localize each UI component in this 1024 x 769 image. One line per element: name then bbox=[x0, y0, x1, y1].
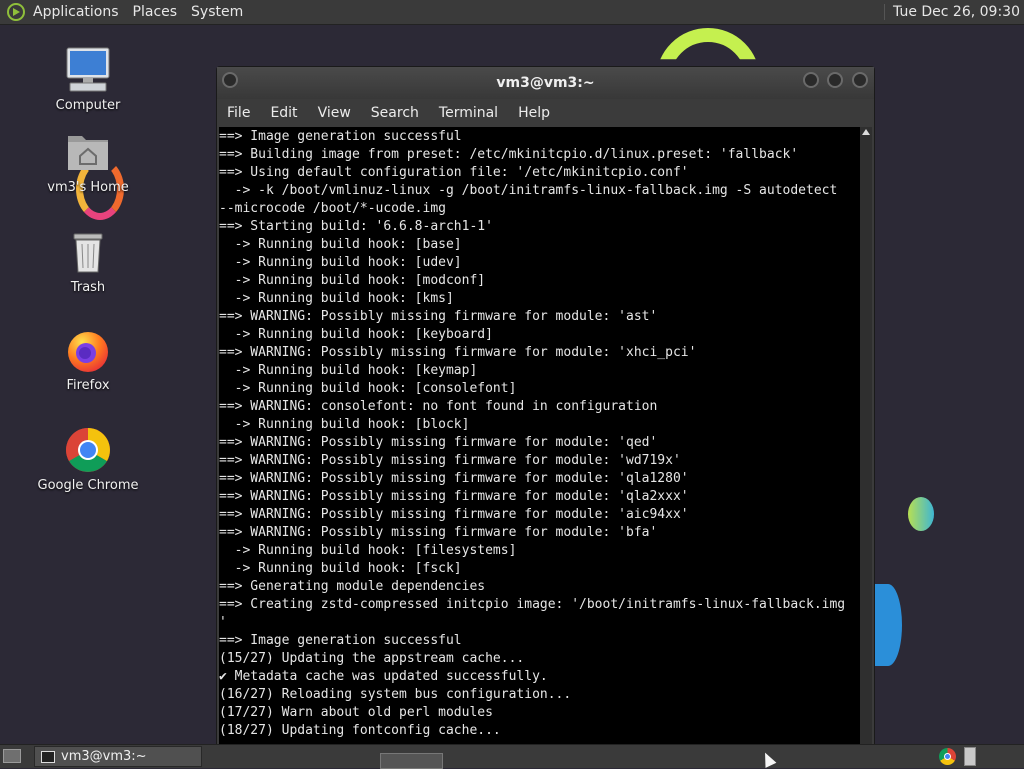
desktop-icon-chrome[interactable]: Google Chrome bbox=[28, 426, 148, 493]
menu-edit[interactable]: Edit bbox=[260, 105, 307, 121]
terminal-line: ==> WARNING: Possibly missing firmware f… bbox=[219, 435, 658, 450]
terminal-line: ==> Image generation successful bbox=[219, 129, 462, 144]
terminal-line: ==> Building image from preset: /etc/mki… bbox=[219, 147, 799, 162]
terminal-line: -> -k /boot/vmlinuz-linux -g /boot/initr… bbox=[219, 183, 838, 198]
chrome-tray-icon[interactable] bbox=[939, 748, 956, 765]
workspace-switcher[interactable] bbox=[380, 753, 443, 769]
terminal-line: (17/27) Warn about old perl modules bbox=[219, 705, 493, 720]
terminal-line: ' bbox=[219, 615, 227, 630]
wallpaper-decoration bbox=[874, 584, 902, 666]
window-titlebar[interactable]: vm3@vm3:~ bbox=[217, 67, 874, 99]
terminal-line: -> Running build hook: [keymap] bbox=[219, 363, 478, 378]
menu-help[interactable]: Help bbox=[508, 105, 560, 121]
terminal-line: ==> WARNING: Possibly missing firmware f… bbox=[219, 525, 658, 540]
terminal-line: ==> WARNING: Possibly missing firmware f… bbox=[219, 489, 689, 504]
menu-search[interactable]: Search bbox=[361, 105, 429, 121]
maximize-button[interactable] bbox=[827, 72, 843, 88]
terminal-line: (15/27) Updating the appstream cache... bbox=[219, 651, 525, 666]
desktop-icon-label: Firefox bbox=[66, 378, 110, 393]
applications-menu[interactable]: Applications bbox=[33, 4, 119, 20]
terminal-line: --microcode /boot/*-ucode.img bbox=[219, 201, 446, 216]
terminal-line: -> Running build hook: [base] bbox=[219, 237, 462, 252]
desktop-icon-computer[interactable]: Computer bbox=[28, 46, 148, 113]
home-folder-icon bbox=[64, 128, 112, 176]
close-button[interactable] bbox=[852, 72, 868, 88]
clock[interactable]: Tue Dec 26, 09:30 bbox=[884, 4, 1020, 20]
taskbar-item-label: vm3@vm3:~ bbox=[61, 749, 147, 764]
terminal-line: ==> Image generation successful bbox=[219, 633, 462, 648]
desktop-icon-label: Trash bbox=[70, 280, 106, 295]
chrome-icon bbox=[64, 426, 112, 474]
terminal-line: ==> WARNING: Possibly missing firmware f… bbox=[219, 471, 689, 486]
terminal-line: -> Running build hook: [kms] bbox=[219, 291, 454, 306]
menu-view[interactable]: View bbox=[308, 105, 361, 121]
desktop-icon-label: Google Chrome bbox=[37, 478, 139, 493]
terminal-text: ==> Image generation successful ==> Buil… bbox=[219, 127, 860, 740]
terminal-line: -> Running build hook: [block] bbox=[219, 417, 470, 432]
terminal-line: -> Running build hook: [fsck] bbox=[219, 561, 462, 576]
wallpaper-decoration bbox=[908, 497, 934, 531]
menu-bar: File Edit View Search Terminal Help bbox=[217, 99, 874, 127]
terminal-line: (18/27) Updating fontconfig cache... bbox=[219, 723, 501, 738]
minimize-button[interactable] bbox=[803, 72, 819, 88]
terminal-line: ==> WARNING: Possibly missing firmware f… bbox=[219, 507, 689, 522]
terminal-line: ==> WARNING: Possibly missing firmware f… bbox=[219, 345, 697, 360]
terminal-scrollbar[interactable] bbox=[860, 127, 872, 745]
desktop-icon-firefox[interactable]: Firefox bbox=[28, 326, 148, 393]
terminal-line: ==> Creating zstd-compressed initcpio im… bbox=[219, 597, 846, 612]
terminal-icon bbox=[41, 750, 55, 763]
firefox-icon bbox=[64, 326, 112, 374]
system-menu[interactable]: System bbox=[191, 4, 243, 20]
terminal-output[interactable]: ==> Image generation successful ==> Buil… bbox=[219, 127, 860, 745]
terminal-line: ==> WARNING: Possibly missing firmware f… bbox=[219, 453, 681, 468]
desktop-icon-label: vm3's Home bbox=[47, 180, 129, 195]
trash-icon bbox=[64, 228, 112, 276]
bottom-panel: vm3@vm3:~ bbox=[0, 744, 1024, 769]
terminal-line: ==> WARNING: consolefont: no font found … bbox=[219, 399, 658, 414]
desktop-icon-label: Computer bbox=[55, 98, 121, 113]
terminal-line: ==> WARNING: Possibly missing firmware f… bbox=[219, 309, 658, 324]
terminal-window[interactable]: vm3@vm3:~ File Edit View Search Terminal… bbox=[216, 66, 875, 746]
tray-indicator[interactable] bbox=[964, 747, 976, 766]
window-title: vm3@vm3:~ bbox=[496, 75, 595, 91]
top-panel: Applications Places System Tue Dec 26, 0… bbox=[0, 0, 1024, 25]
terminal-line: -> Running build hook: [consolefont] bbox=[219, 381, 517, 396]
terminal-line: -> Running build hook: [keyboard] bbox=[219, 327, 493, 342]
terminal-line: -> Running build hook: [udev] bbox=[219, 255, 462, 270]
show-desktop-icon[interactable] bbox=[3, 749, 21, 763]
terminal-line: ==> Using default configuration file: '/… bbox=[219, 165, 689, 180]
computer-icon bbox=[64, 46, 112, 94]
desktop-icon-trash[interactable]: Trash bbox=[28, 228, 148, 295]
terminal-line: ==> Generating module dependencies bbox=[219, 579, 486, 594]
terminal-line: (16/27) Reloading system bus configurati… bbox=[219, 687, 572, 702]
taskbar-item-terminal[interactable]: vm3@vm3:~ bbox=[34, 746, 202, 767]
terminal-line: ✔ Metadata cache was updated successfull… bbox=[219, 669, 548, 684]
terminal-line: -> Running build hook: [filesystems] bbox=[219, 543, 517, 558]
mate-logo-icon[interactable] bbox=[7, 3, 25, 21]
terminal-line: ==> Starting build: '6.6.8-arch1-1' bbox=[219, 219, 493, 234]
places-menu[interactable]: Places bbox=[133, 4, 178, 20]
terminal-line: -> Running build hook: [modconf] bbox=[219, 273, 486, 288]
menu-file[interactable]: File bbox=[217, 105, 260, 121]
scroll-up-arrow-icon[interactable] bbox=[862, 129, 870, 135]
menu-terminal[interactable]: Terminal bbox=[429, 105, 508, 121]
desktop-icon-home[interactable]: vm3's Home bbox=[28, 128, 148, 195]
